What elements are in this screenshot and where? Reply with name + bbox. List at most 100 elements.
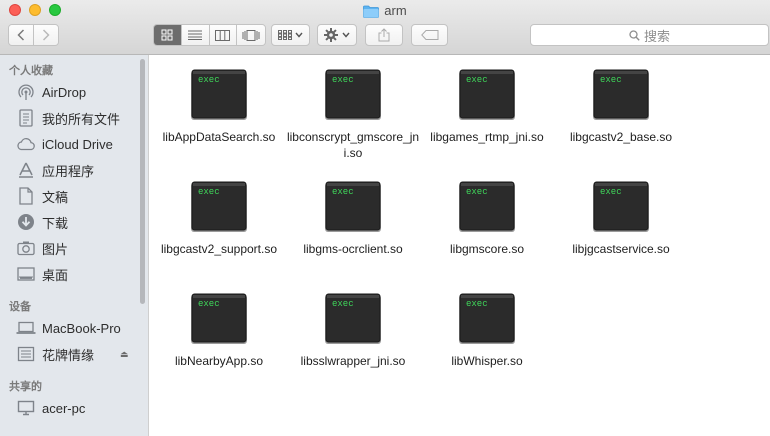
sidebar-item-label: 花牌情缘 [42, 347, 95, 363]
sidebar-item-macbook-pro[interactable]: MacBook-Pro [16, 317, 121, 339]
sidebar-item-all-files[interactable]: 我的所有文件 [16, 107, 120, 129]
sidebar-item-label: AirDrop [42, 84, 87, 100]
sidebar-scrollbar-thumb[interactable] [140, 59, 145, 304]
sidebar-item-label: 下载 [42, 215, 69, 231]
document-icon [16, 186, 36, 206]
sidebar-item-label: 桌面 [42, 267, 69, 283]
list-view-button[interactable] [181, 25, 210, 45]
file-item[interactable]: exec libgcastv2_base.so [554, 69, 688, 145]
executable-icon: exec [190, 293, 248, 345]
sidebar-item-pictures[interactable]: 图片 [16, 237, 68, 259]
exec-label: exec [332, 299, 354, 309]
exec-label: exec [600, 187, 622, 197]
disk-icon [16, 344, 36, 364]
camera-icon [16, 238, 36, 258]
view-mode-switcher [153, 24, 266, 46]
file-name: libgcastv2_support.so [160, 242, 278, 256]
executable-icon: exec [458, 181, 516, 233]
action-button[interactable] [317, 24, 357, 46]
sidebar-header-devices: 设备 [9, 301, 31, 313]
exec-label: exec [466, 75, 488, 85]
cover-flow-icon [242, 29, 260, 41]
tag-icon [420, 30, 438, 40]
file-item[interactable]: exec libgcastv2_support.so [152, 181, 286, 257]
exec-label: exec [198, 75, 220, 85]
cloud-icon [16, 134, 36, 154]
file-item[interactable]: exec libconscrypt_gmscore_jni.so [286, 69, 420, 161]
search-placeholder: 搜索 [643, 28, 670, 44]
sidebar-item-label: 应用程序 [42, 163, 95, 179]
exec-label: exec [466, 187, 488, 197]
file-name: libgmscore.so [449, 242, 525, 256]
file-name: libconscrypt_gmscore_jni.so [286, 130, 420, 160]
sidebar-item-icloud-drive[interactable]: iCloud Drive [16, 133, 113, 155]
icon-view-icon [161, 29, 173, 41]
chevron-left-icon [17, 29, 25, 41]
executable-icon: exec [592, 181, 650, 233]
file-item[interactable]: exec libgmscore.so [420, 181, 554, 257]
sidebar-item-downloads[interactable]: 下载 [16, 211, 68, 233]
executable-icon: exec [324, 181, 382, 233]
icon-view-button[interactable] [154, 25, 182, 45]
window-title-text: arm [384, 3, 407, 18]
file-item[interactable]: exec libWhisper.so [420, 293, 554, 369]
tag-button[interactable] [411, 24, 448, 46]
sidebar-header-favorites: 个人收藏 [9, 65, 53, 77]
desktop-icon [16, 264, 36, 284]
executable-icon: exec [324, 69, 382, 121]
sidebar-item-label: 文稿 [42, 189, 69, 205]
file-item[interactable]: exec libgms-ocrclient.so [286, 181, 420, 257]
eject-icon[interactable]: ⏏ [120, 349, 129, 360]
sidebar-item-desktop[interactable]: 桌面 [16, 263, 68, 285]
file-item[interactable]: exec libgames_rtmp_jni.so [420, 69, 554, 145]
file-name: libWhisper.so [451, 354, 523, 368]
file-name: libNearbyApp.so [174, 354, 264, 368]
executable-icon: exec [458, 293, 516, 345]
sidebar-scrollbar[interactable] [137, 57, 147, 307]
file-name: libsslwrapper_jni.so [300, 354, 406, 368]
share-button[interactable] [365, 24, 403, 46]
back-button[interactable] [9, 25, 34, 45]
sidebar-item-label: acer-pc [42, 400, 86, 416]
file-name: libAppDataSearch.so [162, 130, 276, 144]
sidebar-item-acer-pc[interactable]: acer-pc [16, 397, 85, 419]
sidebar-item-airdrop[interactable]: AirDrop [16, 81, 86, 103]
arrange-button[interactable] [271, 24, 310, 46]
forward-button[interactable] [34, 25, 58, 45]
file-item[interactable]: exec libjgcastservice.so [554, 181, 688, 257]
file-item[interactable]: exec libsslwrapper_jni.so [286, 293, 420, 369]
file-name: libgms-ocrclient.so [303, 242, 403, 256]
file-name: libgcastv2_base.so [569, 130, 673, 144]
sidebar-item-label: 我的所有文件 [42, 111, 121, 127]
file-name: libgames_rtmp_jni.so [430, 130, 544, 144]
sidebar-item-applications[interactable]: 应用程序 [16, 159, 94, 181]
sidebar-item-label: MacBook-Pro [42, 320, 121, 336]
navigation-buttons [8, 24, 59, 46]
executable-icon: exec [458, 69, 516, 121]
file-item[interactable]: exec libAppDataSearch.so [152, 69, 286, 145]
cover-flow-button[interactable] [237, 25, 265, 45]
exec-label: exec [600, 75, 622, 85]
monitor-icon [16, 398, 36, 418]
column-view-button[interactable] [209, 25, 238, 45]
sidebar-item-documents[interactable]: 文稿 [16, 185, 68, 207]
sidebar: 个人收藏 AirDrop 我的所有文件 iCloud Drive 应用程序 文稿… [0, 55, 149, 436]
chevron-right-icon [42, 29, 50, 41]
executable-icon: exec [324, 293, 382, 345]
sidebar-item-label: iCloud Drive [42, 136, 113, 152]
toolbar: arm 搜索 [0, 0, 770, 55]
column-view-icon [215, 29, 231, 41]
search-field[interactable]: 搜索 [530, 24, 769, 46]
executable-icon: exec [592, 69, 650, 121]
airdrop-icon [16, 82, 36, 102]
executable-icon: exec [190, 181, 248, 233]
sidebar-header-shared: 共享的 [9, 381, 42, 393]
laptop-icon [16, 318, 36, 338]
finder-window: arm 搜索 个人收藏 AirDrop 我的所有文件 iCloud Drive … [0, 0, 770, 436]
arrange-grid-icon [278, 30, 292, 40]
download-icon [16, 212, 36, 232]
executable-icon: exec [190, 69, 248, 121]
file-item[interactable]: exec libNearbyApp.so [152, 293, 286, 369]
sidebar-item-disk[interactable]: 花牌情缘 [16, 343, 94, 365]
file-grid: exec libAppDataSearch.so exec libconscrypt_… [150, 55, 770, 436]
